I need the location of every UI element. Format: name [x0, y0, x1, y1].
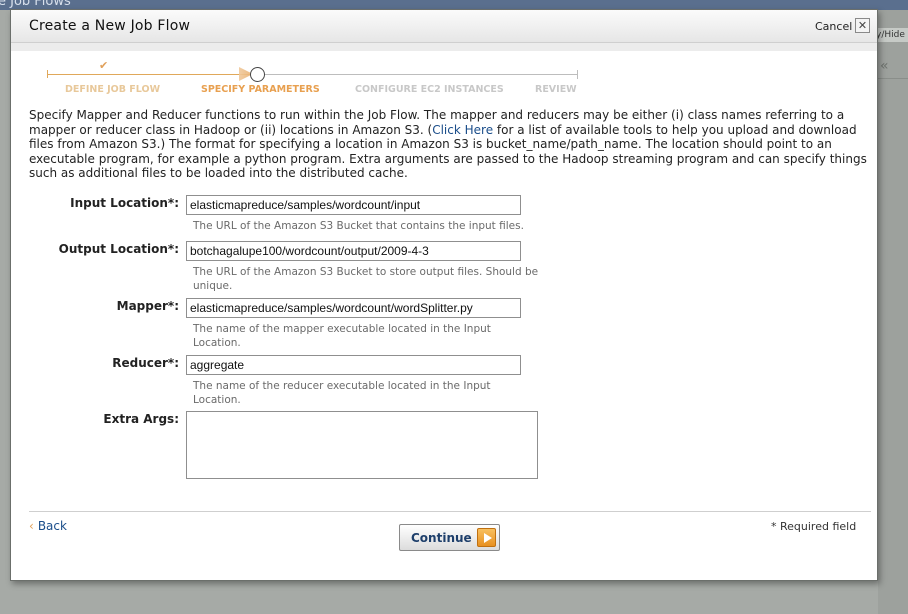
background-window-title: e Job Flows: [0, 0, 71, 9]
continue-button[interactable]: Continue: [399, 524, 500, 551]
back-label: Back: [37, 519, 67, 533]
tools-help-link[interactable]: Click Here: [432, 123, 493, 137]
extra-args-textarea[interactable]: [186, 411, 538, 479]
step-review: REVIEW: [535, 84, 577, 95]
reducer-help: The name of the reducer executable locat…: [193, 380, 491, 406]
output-location-field[interactable]: botchagalupe100/wordcount/output/2009-4-…: [186, 241, 521, 261]
dialog-title: Create a New Job Flow: [29, 18, 191, 34]
dialog-header: Create a New Job Flow Cancel ✕: [11, 10, 877, 43]
step-configure-ec2-instances: CONFIGURE EC2 INSTANCES: [355, 84, 504, 95]
background-right-panel: [878, 10, 908, 614]
input-location-help: The URL of the Amazon S3 Bucket that con…: [193, 220, 524, 232]
continue-label: Continue: [411, 531, 472, 545]
mapper-label: Mapper*:: [116, 299, 179, 313]
progress-line-remaining: [265, 74, 577, 75]
required-field-note: * Required field: [771, 520, 857, 533]
step-define-job-flow: DEFINE JOB FLOW: [65, 84, 161, 95]
reducer-field[interactable]: aggregate: [186, 355, 521, 375]
progress-line-complete: [47, 74, 253, 75]
reducer-label: Reducer*:: [112, 356, 179, 370]
progress-end-tick: [577, 70, 578, 79]
mapper-help: The name of the mapper executable locate…: [193, 323, 491, 349]
show-hide-button[interactable]: y/Hide: [876, 28, 908, 42]
mapper-field[interactable]: elasticmapreduce/samples/wordcount/wordS…: [186, 298, 521, 318]
back-chevron-icon: ‹: [29, 519, 34, 533]
close-icon[interactable]: ✕: [855, 18, 870, 33]
footer-divider: [29, 511, 871, 512]
cancel-link[interactable]: Cancel: [815, 20, 852, 33]
output-location-label: Output Location*:: [58, 242, 179, 256]
background-divider: [878, 78, 908, 79]
output-location-help: The URL of the Amazon S3 Bucket to store…: [193, 266, 539, 292]
input-location-label: Input Location*:: [70, 196, 179, 210]
extra-args-label: Extra Args:: [103, 412, 179, 426]
current-step-marker-icon: [250, 67, 265, 82]
play-arrow-icon: [477, 528, 496, 547]
step-specify-parameters: SPECIFY PARAMETERS: [201, 84, 320, 95]
header-strip: [11, 43, 877, 51]
instructions-text: Specify Mapper and Reducer functions to …: [29, 108, 871, 181]
back-link[interactable]: ‹ Back: [29, 519, 67, 533]
create-job-flow-dialog: Create a New Job Flow Cancel ✕ ✔ DEFINE …: [10, 9, 878, 581]
collapse-arrow-icon[interactable]: «: [880, 58, 889, 74]
input-location-field[interactable]: elasticmapreduce/samples/wordcount/input: [186, 195, 521, 215]
step-complete-check-icon: ✔: [99, 59, 109, 72]
